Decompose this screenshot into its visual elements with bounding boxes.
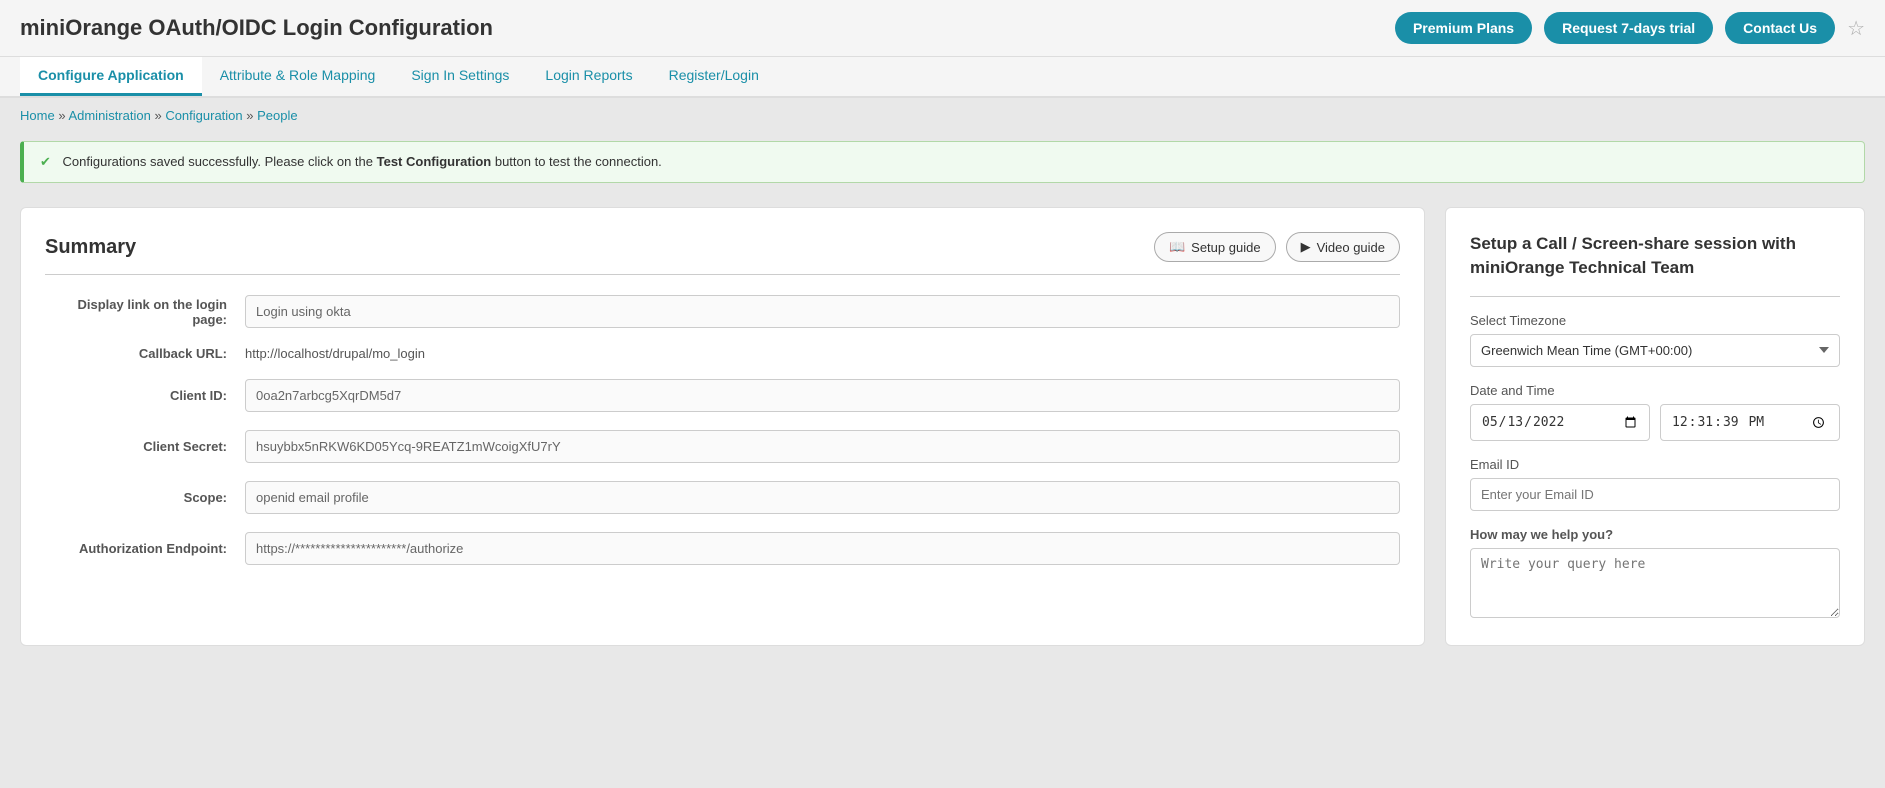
timezone-select[interactable]: Greenwich Mean Time (GMT+00:00) Eastern … <box>1470 334 1840 367</box>
datetime-row <box>1470 404 1840 442</box>
datetime-label: Date and Time <box>1470 383 1840 398</box>
guide-buttons: 📖 Setup guide ▶ Video guide <box>1154 232 1400 262</box>
setup-guide-label: Setup guide <box>1191 240 1260 255</box>
tab-bar: Configure Application Attribute & Role M… <box>0 57 1885 98</box>
form-row-client-id: Client ID: <box>45 379 1400 412</box>
success-bold-text: Test Configuration <box>377 154 492 169</box>
summary-title: Summary <box>45 236 136 259</box>
email-label: Email ID <box>1470 457 1840 472</box>
label-callback: Callback URL: <box>45 346 245 361</box>
label-scope: Scope: <box>45 490 245 505</box>
setup-guide-icon: 📖 <box>1169 239 1185 255</box>
label-auth-endpoint: Authorization Endpoint: <box>45 541 245 556</box>
breadcrumb-config[interactable]: Configuration <box>165 108 242 123</box>
breadcrumb-sep3: » <box>246 108 253 123</box>
premium-plans-button[interactable]: Premium Plans <box>1395 12 1532 44</box>
success-banner: ✔ Configurations saved successfully. Ple… <box>20 141 1865 183</box>
form-row-client-secret: Client Secret: <box>45 430 1400 463</box>
contact-us-button[interactable]: Contact Us <box>1725 12 1835 44</box>
tab-login-reports[interactable]: Login Reports <box>527 57 650 96</box>
email-input[interactable] <box>1470 478 1840 511</box>
input-client-id[interactable] <box>245 379 1400 412</box>
breadcrumb-home[interactable]: Home <box>20 108 55 123</box>
label-display-link: Display link on the login page: <box>45 297 245 327</box>
value-callback: http://localhost/drupal/mo_login <box>245 346 1400 361</box>
help-textarea[interactable] <box>1470 548 1840 618</box>
page-header: miniOrange OAuth/OIDC Login Configuratio… <box>0 0 1885 57</box>
page-title: miniOrange OAuth/OIDC Login Configuratio… <box>20 15 1383 41</box>
form-row-display-link: Display link on the login page: <box>45 295 1400 328</box>
tab-attribute[interactable]: Attribute & Role Mapping <box>202 57 394 96</box>
success-text-after: button to test the connection. <box>495 154 662 169</box>
summary-header: Summary 📖 Setup guide ▶ Video guide <box>45 232 1400 262</box>
video-guide-button[interactable]: ▶ Video guide <box>1286 232 1400 262</box>
tab-register[interactable]: Register/Login <box>651 57 777 96</box>
right-panel-title: Setup a Call / Screen-share session with… <box>1470 232 1840 280</box>
success-check-icon: ✔ <box>40 154 51 169</box>
tab-configure[interactable]: Configure Application <box>20 57 202 96</box>
setup-guide-button[interactable]: 📖 Setup guide <box>1154 232 1276 262</box>
tab-signin[interactable]: Sign In Settings <box>393 57 527 96</box>
success-text-before: Configurations saved successfully. Pleas… <box>63 154 377 169</box>
input-display-link[interactable] <box>245 295 1400 328</box>
favorite-icon[interactable]: ☆ <box>1847 16 1865 41</box>
breadcrumb-people[interactable]: People <box>257 108 297 123</box>
breadcrumb-sep2: » <box>154 108 161 123</box>
summary-divider <box>45 274 1400 275</box>
breadcrumb-sep1: » <box>58 108 65 123</box>
timezone-label: Select Timezone <box>1470 313 1840 328</box>
label-client-secret: Client Secret: <box>45 439 245 454</box>
input-client-secret[interactable] <box>245 430 1400 463</box>
main-layout: Summary 📖 Setup guide ▶ Video guide Disp… <box>0 191 1885 662</box>
video-guide-icon: ▶ <box>1301 239 1311 255</box>
right-panel-divider <box>1470 296 1840 297</box>
form-row-callback: Callback URL: http://localhost/drupal/mo… <box>45 346 1400 361</box>
form-row-auth-endpoint: Authorization Endpoint: <box>45 532 1400 565</box>
video-guide-label: Video guide <box>1317 240 1385 255</box>
right-panel: Setup a Call / Screen-share session with… <box>1445 207 1865 646</box>
input-auth-endpoint[interactable] <box>245 532 1400 565</box>
time-input[interactable] <box>1660 404 1840 442</box>
form-row-scope: Scope: <box>45 481 1400 514</box>
trial-button[interactable]: Request 7-days trial <box>1544 12 1713 44</box>
date-input[interactable] <box>1470 404 1650 442</box>
summary-panel: Summary 📖 Setup guide ▶ Video guide Disp… <box>20 207 1425 646</box>
help-label: How may we help you? <box>1470 527 1840 542</box>
input-scope[interactable] <box>245 481 1400 514</box>
breadcrumb-admin[interactable]: Administration <box>68 108 150 123</box>
breadcrumb: Home » Administration » Configuration » … <box>0 98 1885 133</box>
label-client-id: Client ID: <box>45 388 245 403</box>
